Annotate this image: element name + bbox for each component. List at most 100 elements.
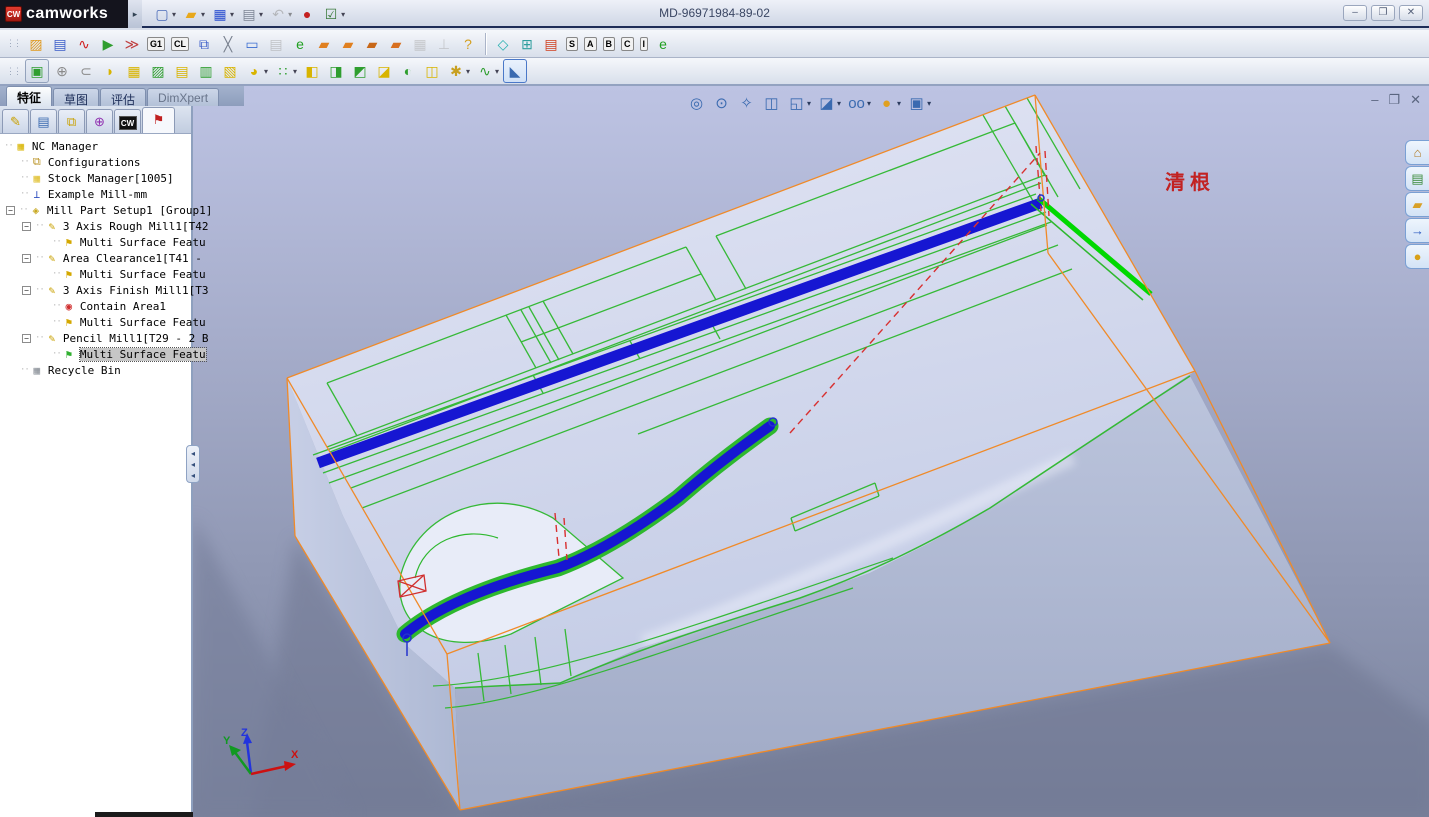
- view-c-button[interactable]: C: [619, 35, 636, 53]
- camworks-feature-tree-tab[interactable]: ✎: [2, 109, 29, 133]
- view-b-button[interactable]: B: [601, 35, 618, 53]
- close-button[interactable]: ✕: [1410, 92, 1421, 108]
- print-button[interactable]: ▤ ▾: [238, 3, 265, 25]
- new-document-button[interactable]: ▢ ▾: [151, 3, 178, 25]
- display-style-dropdown-arrow[interactable]: ▾: [837, 99, 841, 108]
- save-operations-4-button[interactable]: ▰: [385, 33, 407, 55]
- lofted-boss-button[interactable]: ◗: [99, 60, 121, 82]
- tree-item[interactable]: ·· ⚑ Multi Surface Featu: [0, 234, 206, 250]
- save-operations-3-button[interactable]: ▰: [361, 33, 383, 55]
- tab-草图[interactable]: 草图: [53, 88, 100, 107]
- tree-item[interactable]: ·· ⊥ Example Mill-mm: [0, 186, 191, 202]
- dimxpert-manager-tab[interactable]: ⊕: [86, 109, 113, 133]
- solidworks-resources-tab[interactable]: ⌂: [1405, 140, 1429, 165]
- panel-collapse-handle[interactable]: ◂ ◂ ◂: [186, 445, 200, 483]
- print-dropdown-arrow[interactable]: ▾: [259, 7, 263, 23]
- tree-item[interactable]: ·· ▦ NC Manager: [0, 138, 191, 154]
- view-palette-tab[interactable]: →: [1405, 218, 1429, 243]
- rebuild-data-button[interactable]: ▤: [540, 33, 562, 55]
- curves-dropdown-arrow[interactable]: ▾: [495, 64, 499, 80]
- save-operations-1-button[interactable]: ▰: [313, 33, 335, 55]
- display-style-button[interactable]: ◪ ▾: [815, 92, 843, 114]
- reference-geometry-button[interactable]: ✱ ▾: [445, 60, 472, 82]
- generate-operation-plan-button[interactable]: ▤: [49, 33, 71, 55]
- tree-item[interactable]: − ·· ✎ Area Clearance1[T41 -: [0, 250, 202, 266]
- tree-item[interactable]: ·· ⧉ Configurations: [0, 154, 191, 170]
- apply-scene-dropdown-arrow[interactable]: ▾: [927, 99, 931, 108]
- fixture-button[interactable]: ⊥: [433, 33, 455, 55]
- fillet-dropdown-arrow[interactable]: ▾: [264, 64, 268, 80]
- view-a-button[interactable]: A: [582, 35, 599, 53]
- camworks-operation-tree-tab[interactable]: ⚑: [142, 107, 175, 133]
- tree-item[interactable]: ·· ⚑ Multi Surface Featu: [0, 266, 206, 282]
- tree-item[interactable]: ·· ▦ Stock Manager[1005]: [0, 170, 191, 186]
- options-list-dropdown-arrow[interactable]: ▾: [341, 7, 345, 23]
- restore-button[interactable]: ❐: [1388, 92, 1400, 108]
- simulate-toolpath-button[interactable]: ▶: [97, 33, 119, 55]
- swept-cut-button[interactable]: ▥: [195, 60, 217, 82]
- step-through-toolpath-button[interactable]: ≫: [121, 33, 143, 55]
- toolbar-expand-arrow-icon[interactable]: ▸: [128, 0, 142, 28]
- save-button[interactable]: ▦ ▾: [209, 3, 236, 25]
- hide-show-items-dropdown-arrow[interactable]: ▾: [867, 99, 871, 108]
- restore-button[interactable]: ❐: [1371, 5, 1395, 21]
- apply-scene-button[interactable]: ▣ ▾: [905, 92, 933, 114]
- e-speed-2-button[interactable]: e: [652, 33, 674, 55]
- previous-view-button[interactable]: ✧: [735, 92, 758, 114]
- minimize-button[interactable]: –: [1343, 5, 1367, 21]
- hole-wizard-button[interactable]: ▨: [147, 60, 169, 82]
- nc-editor-button[interactable]: ▤: [265, 33, 287, 55]
- extruded-cut-button[interactable]: ▦: [123, 60, 145, 82]
- wrap-button[interactable]: ◪: [373, 60, 395, 82]
- linear-pattern-button[interactable]: ∷ ▾: [272, 60, 299, 82]
- traffic-light-button[interactable]: ●: [296, 3, 318, 25]
- revolved-boss-button[interactable]: ⊕: [51, 60, 73, 82]
- draft-button[interactable]: ◨: [325, 60, 347, 82]
- zoom-to-fit-button[interactable]: ◎: [685, 92, 708, 114]
- feature-associativity-button[interactable]: ◇: [492, 33, 514, 55]
- camworks-tools-button[interactable]: ╳: [217, 33, 239, 55]
- rib-button[interactable]: ◧: [301, 60, 323, 82]
- tree-item[interactable]: ·· ▦ Recycle Bin: [0, 362, 191, 378]
- generate-toolpath-button[interactable]: ∿: [73, 33, 95, 55]
- appearances-scenes-tab[interactable]: ●: [1405, 244, 1429, 269]
- curves-button[interactable]: ∿ ▾: [474, 60, 501, 82]
- save-operations-2-button[interactable]: ▰: [337, 33, 359, 55]
- view-i-button[interactable]: I: [638, 35, 651, 53]
- section-view-button[interactable]: ◫: [760, 92, 783, 114]
- expand-toggle[interactable]: −: [22, 221, 31, 231]
- camworks-tree-tab[interactable]: CW: [114, 109, 141, 133]
- extruded-boss-button[interactable]: ▣: [25, 59, 49, 83]
- file-explorer-tab[interactable]: ▰: [1405, 192, 1429, 217]
- expand-toggle[interactable]: −: [22, 285, 31, 295]
- property-manager-tab[interactable]: ▤: [30, 109, 57, 133]
- save-dropdown-arrow[interactable]: ▾: [230, 7, 234, 23]
- view-orientation-button[interactable]: ◱ ▾: [785, 92, 813, 114]
- new-document-dropdown-arrow[interactable]: ▾: [172, 7, 176, 23]
- hide-show-items-button[interactable]: oo ▾: [845, 93, 873, 114]
- view-s-button[interactable]: S: [564, 35, 580, 53]
- message-window-button[interactable]: ▭: [241, 33, 263, 55]
- tree-item[interactable]: − ·· ✎ Pencil Mill1[T29 - 2 B: [0, 330, 209, 346]
- tree-item[interactable]: ·· ⚑ Multi Surface Featu: [0, 346, 207, 362]
- close-button[interactable]: ✕: [1399, 5, 1423, 21]
- tree-item[interactable]: − ·· ✎ 3 Axis Rough Mill1[T42: [0, 218, 209, 234]
- revolved-cut-button[interactable]: ▤: [171, 60, 193, 82]
- minimize-button[interactable]: –: [1371, 92, 1378, 108]
- lofted-cut-button[interactable]: ▧: [219, 60, 241, 82]
- help-button[interactable]: ?: [457, 33, 479, 55]
- extract-machinable-features-button[interactable]: ▨: [25, 33, 47, 55]
- publish-documents-button[interactable]: ⧉: [193, 33, 215, 55]
- tab-评估[interactable]: 评估: [100, 88, 147, 107]
- expand-toggle[interactable]: −: [22, 253, 31, 263]
- instant3d-button[interactable]: ◣: [503, 59, 528, 83]
- reference-geometry-dropdown-arrow[interactable]: ▾: [466, 64, 470, 80]
- cl-file-button[interactable]: CL: [169, 35, 191, 53]
- open-button[interactable]: ▰ ▾: [180, 3, 207, 25]
- edit-appearance-button[interactable]: ● ▾: [875, 93, 903, 114]
- options-list-button[interactable]: ☑ ▾: [320, 3, 347, 25]
- undo-dropdown-arrow[interactable]: ▾: [288, 7, 292, 23]
- dome-button[interactable]: ◐: [397, 60, 419, 82]
- graphics-viewport[interactable]: Z Y X ◎ ⊙ ✧ ◫ ◱ ▾ ◪ ▾ oo ▾ ● ▾ ▣ ▾ 清根 – ❐ ✕ ⌂ ▤ ▰ → ●: [193, 86, 1429, 817]
- tree-item[interactable]: ·· ◉ Contain Area1: [0, 298, 191, 314]
